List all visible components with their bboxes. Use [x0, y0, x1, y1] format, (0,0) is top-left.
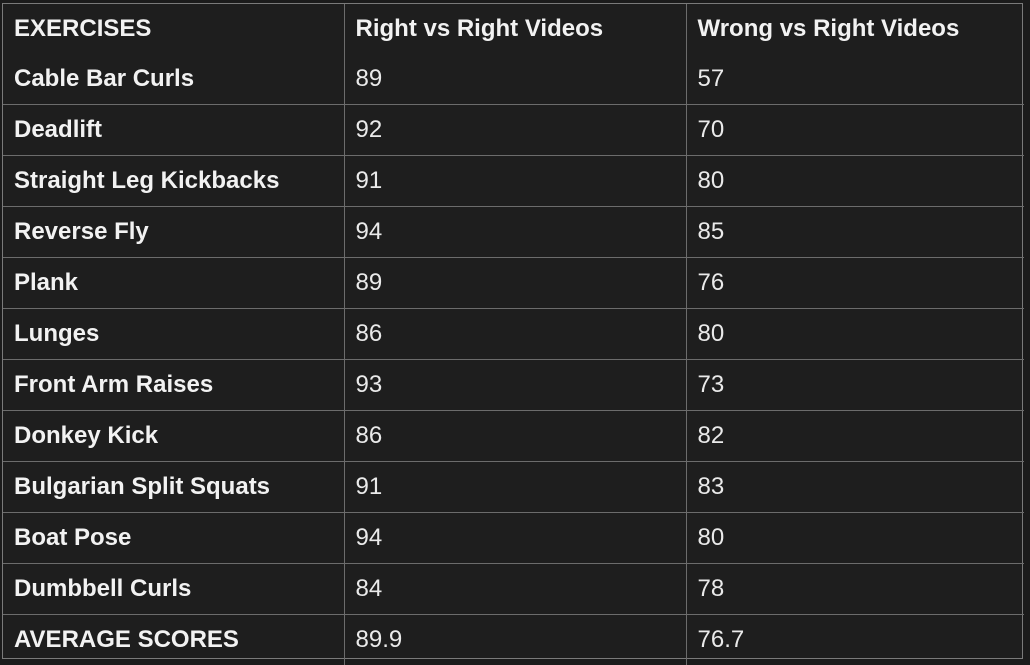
table-row: Cable Bar Curls 89 57 [3, 54, 1024, 105]
exercise-name: Straight Leg Kickbacks [3, 156, 344, 207]
header-wrong-vs-right: Wrong vs Right Videos [686, 4, 1024, 54]
exercise-name: Deadlift [3, 105, 344, 156]
exercise-scores-table: EXERCISES Right vs Right Videos Wrong vs… [3, 4, 1024, 665]
table-row: Front Arm Raises 93 73 [3, 360, 1024, 411]
wrong-vs-right-score: 85 [686, 207, 1024, 258]
right-vs-right-score: 84 [344, 564, 686, 615]
right-vs-right-score: 86 [344, 309, 686, 360]
right-vs-right-score: 92 [344, 105, 686, 156]
wrong-vs-right-score: 80 [686, 309, 1024, 360]
wrong-vs-right-score: 70 [686, 105, 1024, 156]
wrong-vs-right-score: 57 [686, 54, 1024, 105]
wrong-vs-right-score: 73 [686, 360, 1024, 411]
exercise-name: Donkey Kick [3, 411, 344, 462]
average-wrong-vs-right: 76.7 [686, 615, 1024, 665]
table-row: Dumbbell Curls 84 78 [3, 564, 1024, 615]
right-vs-right-score: 94 [344, 513, 686, 564]
table-row: Boat Pose 94 80 [3, 513, 1024, 564]
wrong-vs-right-score: 80 [686, 513, 1024, 564]
header-right-vs-right: Right vs Right Videos [344, 4, 686, 54]
average-scores-label: AVERAGE SCORES [3, 615, 344, 665]
exercise-name: Bulgarian Split Squats [3, 462, 344, 513]
table-header-row: EXERCISES Right vs Right Videos Wrong vs… [3, 4, 1024, 54]
average-scores-row: AVERAGE SCORES 89.9 76.7 [3, 615, 1024, 665]
wrong-vs-right-score: 76 [686, 258, 1024, 309]
header-exercises: EXERCISES [3, 4, 344, 54]
right-vs-right-score: 93 [344, 360, 686, 411]
table-row: Bulgarian Split Squats 91 83 [3, 462, 1024, 513]
scores-table-frame: EXERCISES Right vs Right Videos Wrong vs… [2, 3, 1023, 659]
table-row: Reverse Fly 94 85 [3, 207, 1024, 258]
right-vs-right-score: 91 [344, 156, 686, 207]
right-vs-right-score: 89 [344, 54, 686, 105]
table-row: Lunges 86 80 [3, 309, 1024, 360]
exercise-name: Boat Pose [3, 513, 344, 564]
wrong-vs-right-score: 78 [686, 564, 1024, 615]
table-row: Donkey Kick 86 82 [3, 411, 1024, 462]
exercise-name: Lunges [3, 309, 344, 360]
table-row: Straight Leg Kickbacks 91 80 [3, 156, 1024, 207]
right-vs-right-score: 86 [344, 411, 686, 462]
wrong-vs-right-score: 80 [686, 156, 1024, 207]
exercise-name: Plank [3, 258, 344, 309]
right-vs-right-score: 91 [344, 462, 686, 513]
wrong-vs-right-score: 83 [686, 462, 1024, 513]
exercise-name: Reverse Fly [3, 207, 344, 258]
exercise-name: Dumbbell Curls [3, 564, 344, 615]
average-right-vs-right: 89.9 [344, 615, 686, 665]
exercise-name: Front Arm Raises [3, 360, 344, 411]
wrong-vs-right-score: 82 [686, 411, 1024, 462]
table-row: Deadlift 92 70 [3, 105, 1024, 156]
right-vs-right-score: 89 [344, 258, 686, 309]
exercise-name: Cable Bar Curls [3, 54, 344, 105]
table-row: Plank 89 76 [3, 258, 1024, 309]
right-vs-right-score: 94 [344, 207, 686, 258]
